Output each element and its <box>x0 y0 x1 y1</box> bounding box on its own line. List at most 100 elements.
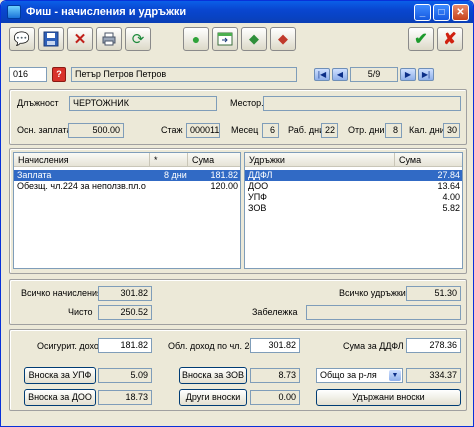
accrual-name: Обезщ. чл.224 за неползв.пл.о <box>17 181 146 191</box>
other-contributions-field: 0.00 <box>250 390 300 405</box>
title-bar[interactable]: Фиш - начисления и удръжки _ □ ✕ <box>1 1 473 23</box>
deductions-col-amount[interactable]: Сума <box>395 153 462 167</box>
caldays-label: Кал. дни <box>409 125 445 135</box>
salary-label: Осн. заплата <box>17 125 72 135</box>
chat-icon: 💬 <box>13 31 31 46</box>
calendar-icon <box>217 32 233 46</box>
deduction-name: ДДФЛ <box>248 170 273 180</box>
accruals-list[interactable]: Начисления * Сума Заплата 8 дни 181.82 О… <box>13 152 241 269</box>
lookup-button[interactable]: ? <box>52 67 66 82</box>
print-button[interactable] <box>96 27 122 51</box>
chat-button[interactable]: 💬 <box>9 27 35 51</box>
accrual-row[interactable]: Заплата 8 дни 181.82 <box>14 170 240 181</box>
tenure-field: 000011 <box>186 123 220 138</box>
deduction-name: УПФ <box>248 192 268 202</box>
deductions-header: Удръжки Сума <box>245 153 462 167</box>
calendar-button[interactable] <box>212 27 238 51</box>
chevron-down-icon[interactable]: ▼ <box>389 370 401 381</box>
month-field: 6 <box>262 123 279 138</box>
delete-icon: ✕ <box>73 31 87 48</box>
next-icon: ▶ <box>404 70 412 79</box>
ddfl-field[interactable]: 278.36 <box>406 338 461 353</box>
deductions-col-name[interactable]: Удръжки <box>245 153 395 167</box>
accrual-amount: 120.00 <box>210 181 238 191</box>
position-label: Длъжност <box>17 98 59 108</box>
total-deductions-field: 51.30 <box>406 286 461 301</box>
first-icon: |◀ <box>317 70 327 79</box>
employee-name-field: Петър Петров Петров <box>71 67 297 82</box>
money-plus-icon: ◆ <box>249 31 259 46</box>
app-icon <box>7 5 21 19</box>
add-deduction-button[interactable]: ◆ <box>270 27 296 51</box>
deduction-row[interactable]: ДОО 13.64 <box>245 181 462 192</box>
workdays-field: 22 <box>321 123 338 138</box>
note-label: Забележка <box>252 307 298 317</box>
deduction-row[interactable]: УПФ 4.00 <box>245 192 462 203</box>
month-label: Месец <box>231 125 259 135</box>
net-label: Чисто <box>68 307 93 317</box>
refresh-icon: ⟳ <box>131 31 145 48</box>
next-record-button[interactable]: ▶ <box>400 68 416 81</box>
maximize-button[interactable]: □ <box>433 3 450 21</box>
first-record-button[interactable]: |◀ <box>314 68 330 81</box>
employer-total-select[interactable]: Общо за р-ля ▼ <box>316 368 403 383</box>
save-icon <box>43 31 59 47</box>
accrual-row[interactable]: Обезщ. чл.224 за неползв.пл.о 120.00 <box>14 181 240 192</box>
question-icon: ? <box>56 69 62 79</box>
deduction-row[interactable]: ДДФЛ 27.84 <box>245 170 462 181</box>
accrual-amount: 181.82 <box>210 170 238 180</box>
deduction-row[interactable]: ЗОВ 5.82 <box>245 203 462 214</box>
accruals-col-amount[interactable]: Сума <box>188 153 240 167</box>
close-button[interactable]: ✕ <box>452 3 469 21</box>
last-record-button[interactable]: ▶| <box>418 68 434 81</box>
employees-button[interactable]: ● <box>183 27 209 51</box>
deductions-list[interactable]: Удръжки Сума ДДФЛ 27.84 ДОО 13.64 УПФ 4.… <box>244 152 463 269</box>
other-contributions-button[interactable]: Други вноски <box>179 389 247 406</box>
place-label: Местор. <box>230 98 264 108</box>
cancel-icon: ✘ <box>443 31 457 48</box>
prev-icon: ◀ <box>336 70 344 79</box>
prev-record-button[interactable]: ◀ <box>332 68 348 81</box>
add-accrual-button[interactable]: ◆ <box>241 27 267 51</box>
total-deductions-label: Всичко удръжки <box>339 288 406 298</box>
deduction-amount: 5.82 <box>442 203 460 213</box>
record-position: 5/9 <box>350 67 398 82</box>
deduction-name: ДОО <box>248 181 269 191</box>
cancel-button[interactable]: ✘ <box>437 27 463 51</box>
accrual-name: Заплата <box>17 170 52 180</box>
caldays-field: 30 <box>443 123 460 138</box>
accruals-col-name[interactable]: Начисления <box>14 153 150 167</box>
leave-label: Отр. дни <box>348 125 385 135</box>
employer-total-selected: Общо за р-ля <box>320 370 377 380</box>
deduction-amount: 4.00 <box>442 192 460 202</box>
employer-total-field: 334.37 <box>406 368 461 383</box>
save-button[interactable] <box>38 27 64 51</box>
net-field: 250.52 <box>98 305 152 320</box>
last-icon: ▶| <box>421 70 431 79</box>
upf-button[interactable]: Вноска за УПФ <box>24 367 96 384</box>
note-field <box>306 305 461 320</box>
employee-id-field[interactable]: 016 <box>9 67 47 82</box>
tenure-label: Стаж <box>161 125 183 135</box>
taxable-income-field[interactable]: 301.82 <box>250 338 300 353</box>
minimize-button[interactable]: _ <box>414 3 431 21</box>
doo-button[interactable]: Вноска за ДОО <box>24 389 96 406</box>
upf-field: 5.09 <box>98 368 152 383</box>
zov-field: 8.73 <box>250 368 300 383</box>
accruals-col-note[interactable]: * <box>150 153 188 167</box>
accruals-header: Начисления * Сума <box>14 153 240 167</box>
zov-button[interactable]: Вноска за ЗОВ <box>179 367 247 384</box>
accrual-note: 8 дни <box>164 170 187 180</box>
salary-field: 500.00 <box>68 123 124 138</box>
workdays-label: Раб. дни <box>288 125 325 135</box>
withheld-contributions-button[interactable]: Удържани вноски <box>316 389 461 406</box>
users-icon: ● <box>191 31 201 47</box>
total-accruals-label: Всичко начисления <box>21 288 102 298</box>
delete-button[interactable]: ✕ <box>67 27 93 51</box>
insured-income-field[interactable]: 181.82 <box>98 338 152 353</box>
total-accruals-field: 301.82 <box>98 286 152 301</box>
refresh-button[interactable]: ⟳ <box>125 27 151 51</box>
leave-field: 8 <box>385 123 402 138</box>
ok-button[interactable]: ✔ <box>408 27 434 51</box>
deduction-amount: 13.64 <box>437 181 460 191</box>
